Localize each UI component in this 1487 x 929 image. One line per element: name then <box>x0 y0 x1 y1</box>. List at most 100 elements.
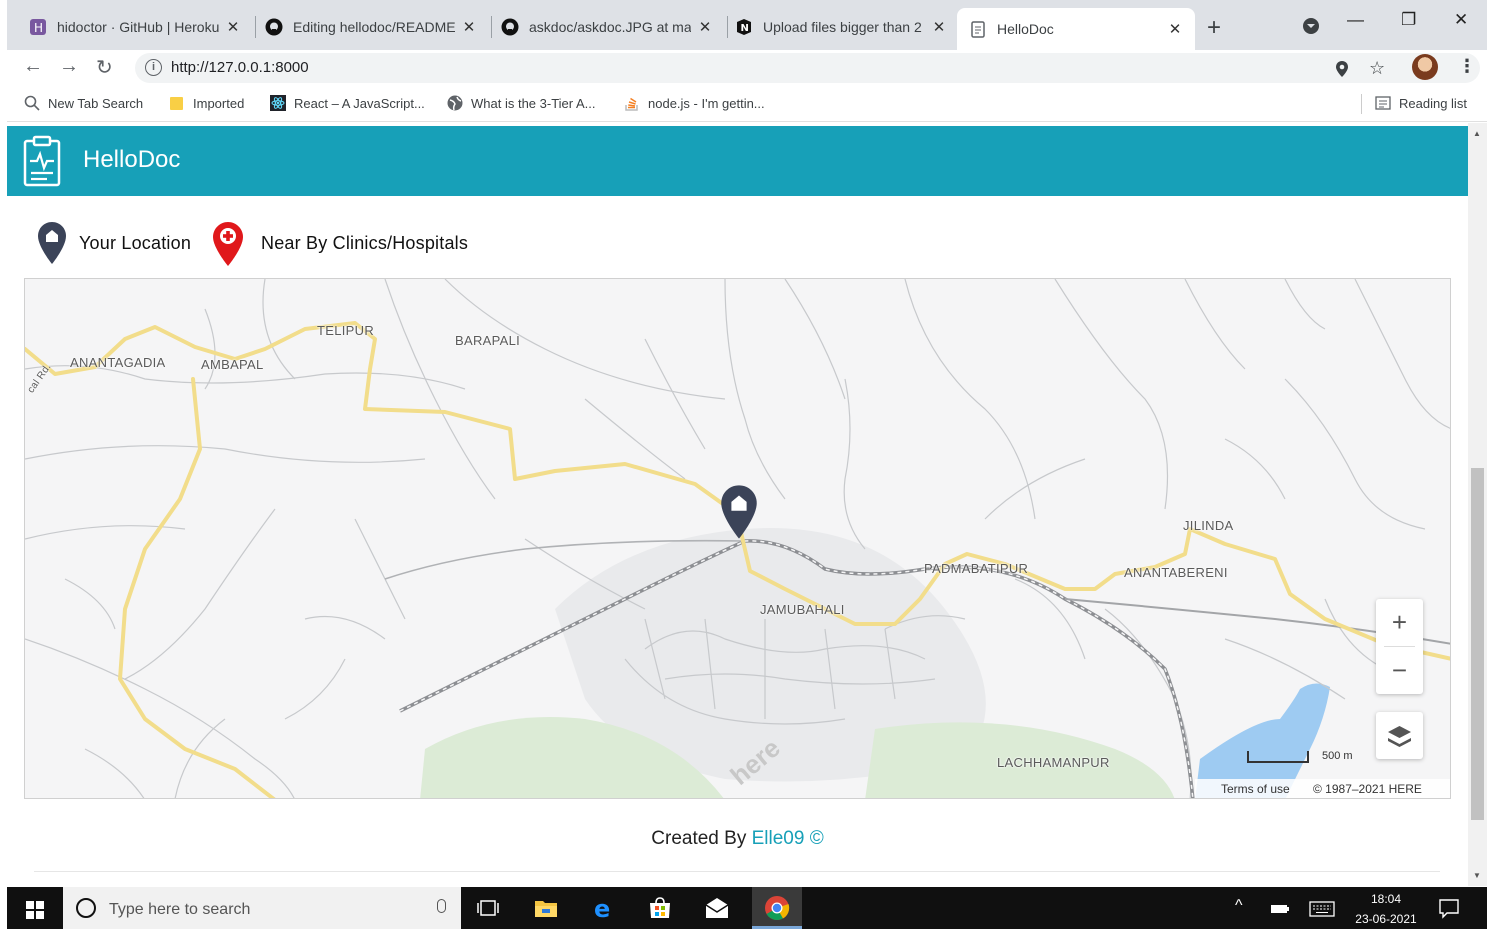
file-explorer-icon[interactable] <box>533 896 559 920</box>
show-hidden-icons-icon[interactable]: ^ <box>1235 897 1243 915</box>
reading-list-button[interactable]: Reading list <box>1375 95 1467 111</box>
hospital-pin-icon <box>213 222 243 266</box>
tab-title: HelloDoc <box>997 21 1054 37</box>
location-pin-icon[interactable] <box>1335 60 1349 83</box>
svg-text:e: e <box>594 896 610 920</box>
close-icon[interactable]: ✕ <box>931 18 947 36</box>
bookmark-3-tier[interactable]: What is the 3-Tier A... <box>447 95 596 111</box>
bookmark-label: What is the 3-Tier A... <box>471 95 596 111</box>
map-view[interactable]: here TELIPUR BARAPALI ANANTAGADIA AMBAPA… <box>24 278 1451 799</box>
new-tab-button[interactable]: + <box>1207 14 1221 42</box>
forward-icon[interactable]: → <box>59 55 79 78</box>
bookmark-separator <box>1361 94 1362 114</box>
tab-hellodoc[interactable]: HelloDoc ✕ <box>957 8 1195 50</box>
bookmark-star-icon[interactable]: ☆ <box>1369 58 1385 79</box>
svg-text:H: H <box>34 21 43 35</box>
reading-list-icon <box>1375 95 1391 111</box>
cortana-icon <box>76 898 96 918</box>
restore-icon[interactable]: ❐ <box>1401 10 1416 30</box>
tab-title: Editing hellodoc/README <box>293 19 455 35</box>
layers-icon <box>1388 726 1411 747</box>
bookmark-imported[interactable]: Imported <box>169 95 244 111</box>
menu-icon[interactable]: ⋮ <box>1458 56 1476 77</box>
notification-icon[interactable] <box>1439 899 1459 919</box>
url-text[interactable]: http://127.0.0.1:8000 <box>171 59 309 76</box>
bookmark-label: Imported <box>193 95 245 111</box>
tab-heroku[interactable]: H hidoctor · GitHub | Heroku ✕ <box>17 8 253 46</box>
keyboard-icon[interactable] <box>1309 901 1335 917</box>
react-icon <box>270 95 286 111</box>
map-place-label: JILINDA <box>1183 518 1234 533</box>
bookmark-label: New Tab Search <box>48 95 144 111</box>
layers-button[interactable] <box>1376 712 1423 759</box>
tab-upload-files[interactable]: N Upload files bigger than 2 ✕ <box>723 8 959 46</box>
app-header: HelloDoc <box>7 126 1468 196</box>
clock-date[interactable]: 23-06-2021 <box>1349 912 1423 926</box>
bookmark-nodejs[interactable]: node.js - I'm gettin... <box>624 95 765 111</box>
bookmarks-bar: New Tab Search Imported React – A JavaSc… <box>7 86 1487 122</box>
scale-label: 500 m <box>1322 750 1353 762</box>
tab-askdoc-jpg[interactable]: askdoc/askdoc.JPG at mai ✕ <box>489 8 725 46</box>
stackoverflow-icon <box>624 95 640 111</box>
battery-icon[interactable] <box>1270 902 1290 916</box>
your-location-pin-icon <box>38 222 66 264</box>
your-location-marker[interactable] <box>720 484 758 540</box>
scrollbar-thumb[interactable] <box>1471 468 1484 820</box>
taskbar-search[interactable]: Type here to search <box>63 887 461 929</box>
github-icon <box>265 18 283 36</box>
page-scrollbar[interactable]: ▲ ▼ <box>1468 123 1487 886</box>
back-icon[interactable]: ← <box>23 55 43 78</box>
screen: H hidoctor · GitHub | Heroku ✕ Editing h… <box>0 0 1487 929</box>
close-icon[interactable]: ✕ <box>697 18 713 36</box>
author-link[interactable]: Elle09 <box>752 828 805 849</box>
microphone-icon[interactable] <box>437 899 446 913</box>
info-icon[interactable]: i <box>145 59 162 76</box>
map-legend: Your Location Near By Clinics/Hospitals <box>37 221 737 266</box>
close-icon[interactable]: ✕ <box>1167 20 1183 38</box>
browser-toolbar: ← → ↻ i http://127.0.0.1:8000 ☆ ⋮ <box>7 50 1487 86</box>
tab-editing-readme[interactable]: Editing hellodoc/README ✕ <box>253 8 489 46</box>
nearby-clinics-label: Near By Clinics/Hospitals <box>261 233 469 253</box>
heroku-icon: H <box>29 18 47 36</box>
tab-title: Upload files bigger than 2 <box>763 19 922 35</box>
map-place-label: LACHHAMANPUR <box>997 755 1110 770</box>
reload-icon[interactable]: ↻ <box>96 55 113 80</box>
task-view-icon[interactable] <box>475 896 501 920</box>
mail-icon[interactable] <box>704 896 730 920</box>
bookmark-new-tab-search[interactable]: New Tab Search <box>24 95 143 111</box>
scroll-down-icon[interactable]: ▼ <box>1473 871 1481 880</box>
edge-browser-icon[interactable]: e <box>591 896 617 920</box>
bookmark-label: node.js - I'm gettin... <box>648 95 765 111</box>
minimize-icon[interactable]: — <box>1347 10 1364 30</box>
chrome-taskbar-button[interactable] <box>752 887 802 929</box>
footer: Created By Elle09 © <box>7 828 1468 850</box>
map-place-label: ANANTABERENI <box>1124 565 1228 580</box>
map-place-label: PADMABATIPUR <box>924 561 1029 576</box>
notion-icon: N <box>735 18 753 36</box>
bookmark-react[interactable]: React – A JavaScript... <box>270 95 425 111</box>
tab-title: hidoctor · GitHub | Heroku <box>57 19 219 35</box>
taskbar-search-input[interactable]: Type here to search <box>109 901 250 919</box>
clipboard-icon <box>23 135 61 187</box>
close-icon[interactable]: ✕ <box>225 18 241 36</box>
document-icon <box>969 20 987 38</box>
address-bar[interactable]: i http://127.0.0.1:8000 ☆ <box>135 53 1480 83</box>
tab-search-icon[interactable] <box>1303 18 1319 34</box>
page-content: HelloDoc Your Location Near By Clinics/H… <box>7 123 1468 886</box>
map-place-label: BARAPALI <box>455 333 521 348</box>
zoom-control: + − <box>1376 599 1423 694</box>
scroll-up-icon[interactable]: ▲ <box>1473 129 1481 138</box>
close-icon[interactable]: ✕ <box>461 18 477 36</box>
map-place-label: AMBAPAL <box>201 357 264 372</box>
footer-prefix: Created By <box>651 828 747 849</box>
zoom-in-button[interactable]: + <box>1376 599 1423 646</box>
clock-time[interactable]: 18:04 <box>1357 892 1415 906</box>
brand-title[interactable]: HelloDoc <box>83 146 180 174</box>
windows-start-icon[interactable] <box>26 901 44 919</box>
store-icon[interactable] <box>647 896 673 920</box>
terms-of-use-link[interactable]: Terms of use <box>1221 782 1290 796</box>
zoom-out-button[interactable]: − <box>1376 647 1423 694</box>
map-attribution: Terms of use © 1987–2021 HERE <box>1195 779 1450 798</box>
close-window-icon[interactable]: ✕ <box>1454 10 1468 30</box>
avatar[interactable] <box>1412 54 1438 80</box>
